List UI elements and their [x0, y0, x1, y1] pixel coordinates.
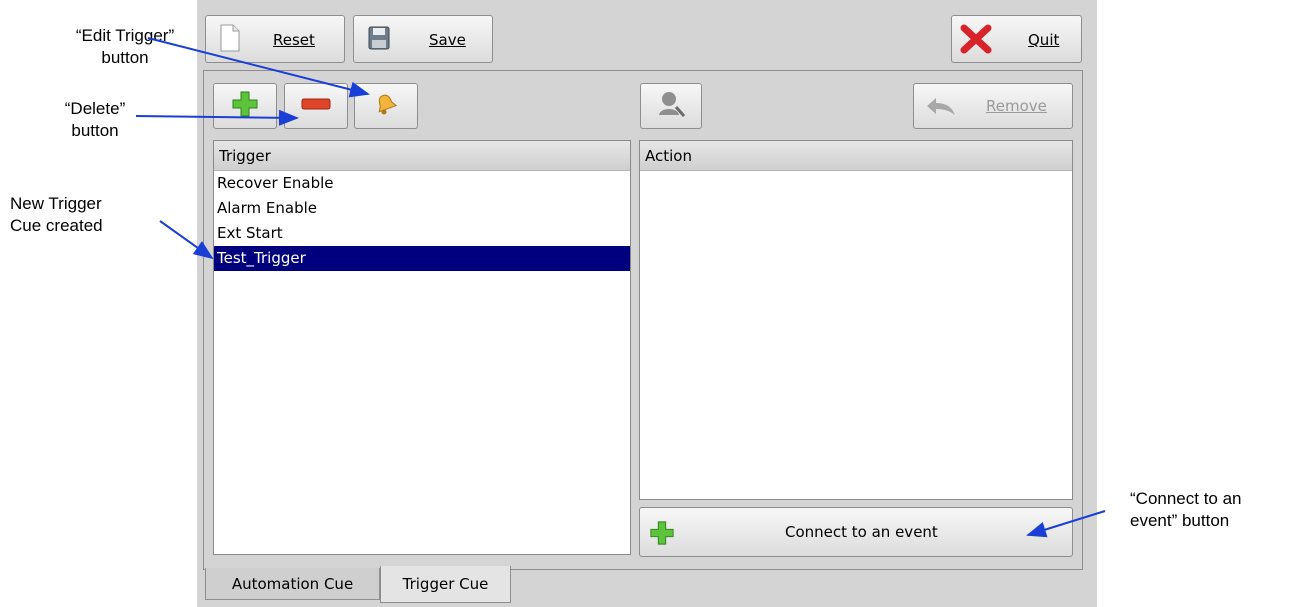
connect-event-arrow	[1026, 510, 1106, 538]
new-trigger-arrow	[159, 220, 214, 260]
edit-trigger-arrow	[147, 37, 370, 98]
annotation-arrows	[135, 37, 1106, 538]
delete-arrow	[135, 109, 299, 126]
